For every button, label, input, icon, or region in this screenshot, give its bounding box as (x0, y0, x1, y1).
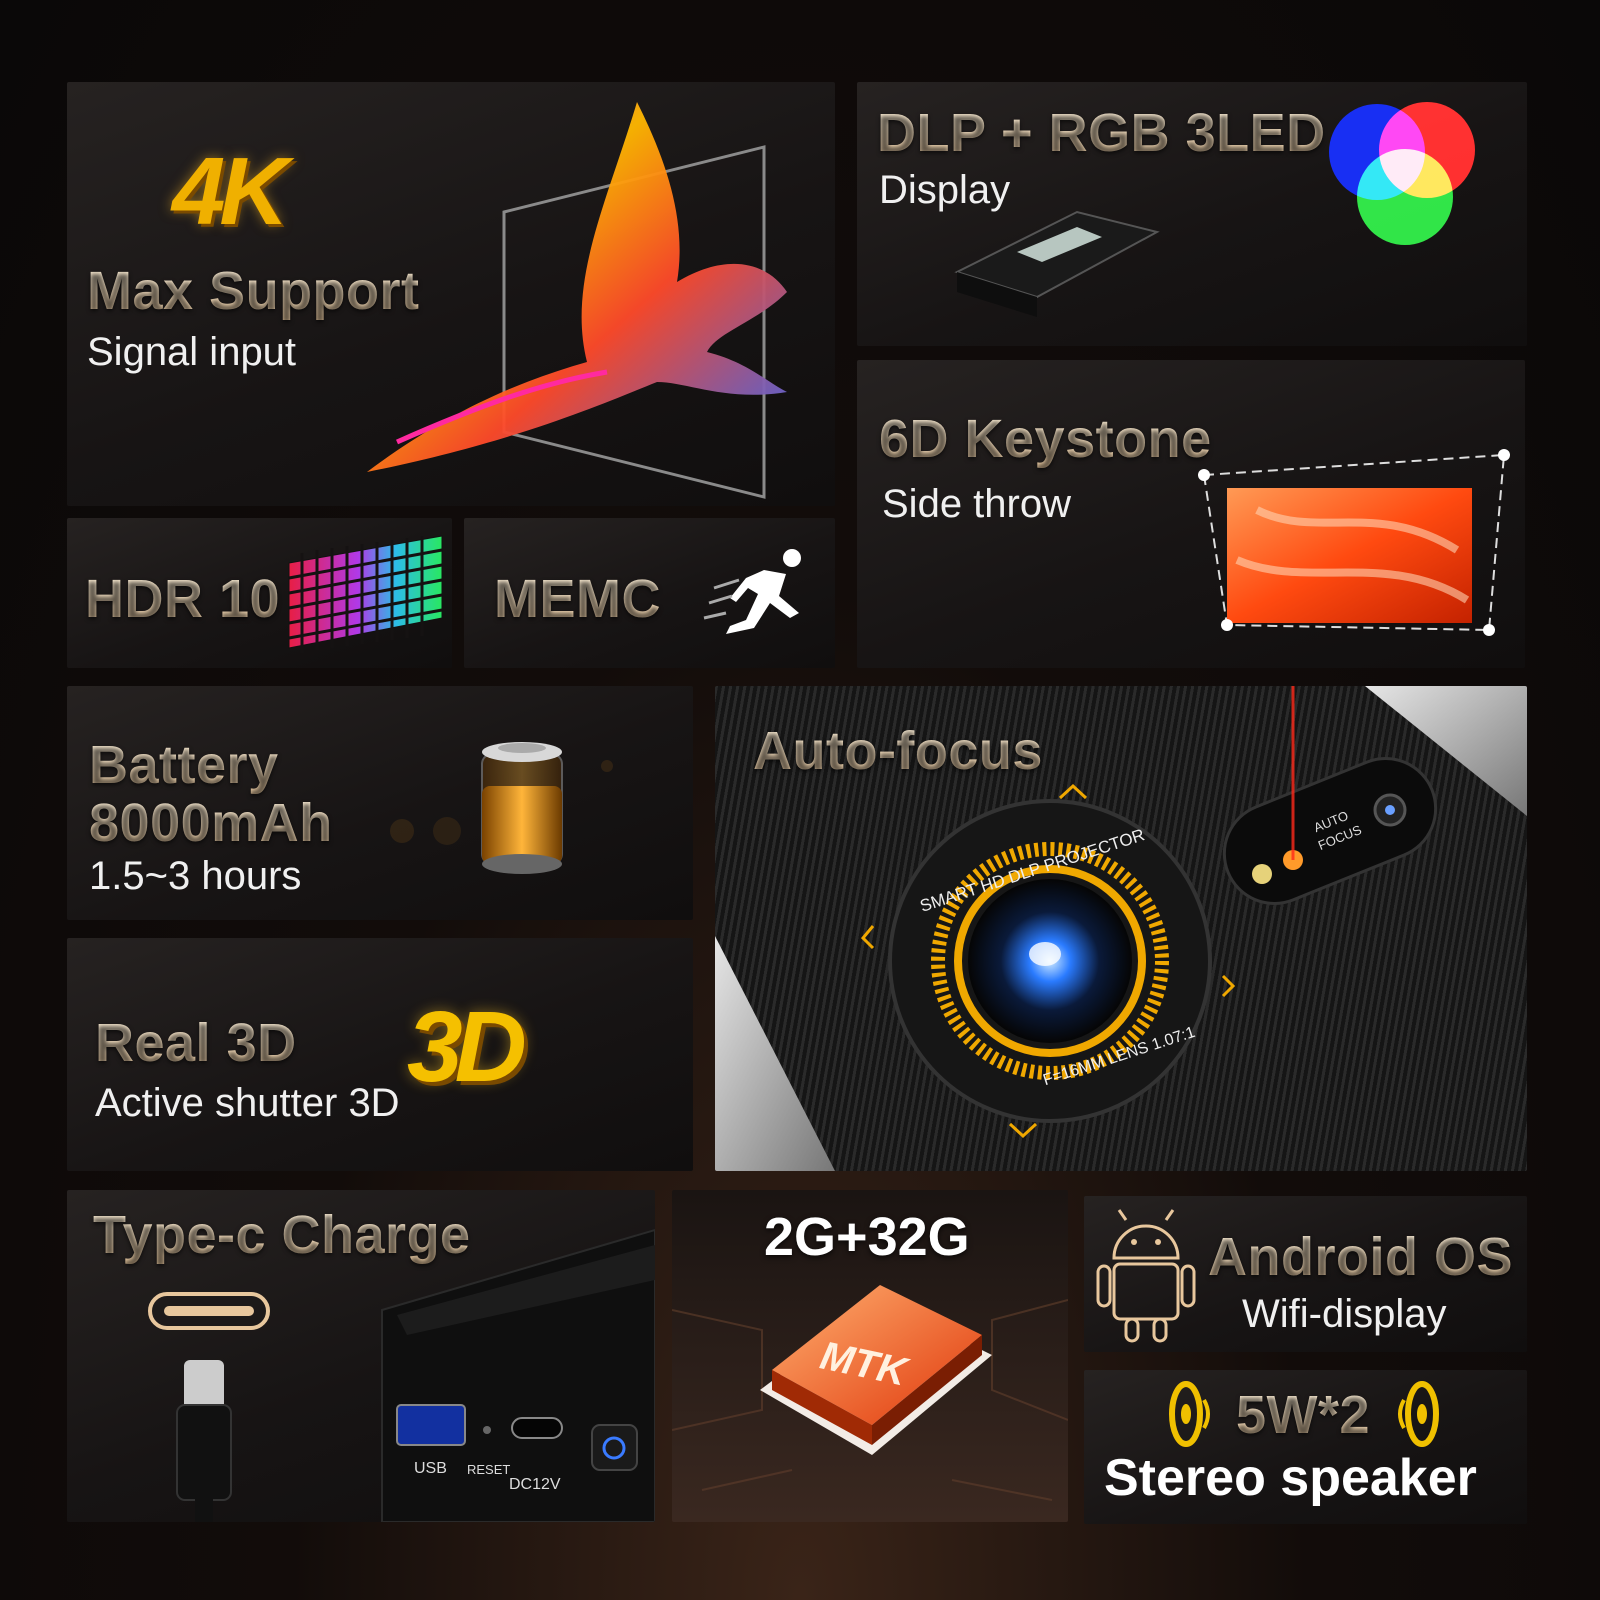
real3d-title: Real 3D (95, 1013, 297, 1073)
tile-autofocus: Auto-focus SMART HD DLP PROJECTOR F=16MM… (715, 686, 1527, 1171)
reset-port-label: RESET (467, 1462, 511, 1477)
tile-hdr: HDR 10 (67, 518, 452, 668)
3d-badge: 3D (407, 991, 527, 1103)
usb-port-label: USB (414, 1460, 447, 1477)
projector-ports-illustration (381, 1228, 655, 1522)
keystone-screen-illustration (1198, 449, 1510, 636)
parrot-screen-illustration (367, 102, 787, 499)
battery-icon (390, 742, 613, 874)
tile-max-support: 4K Max Support Signal input (67, 82, 835, 506)
autofocus-title: Auto-focus (753, 721, 1043, 781)
tile-memc: MEMC (464, 518, 835, 668)
tile-speaker: 5W*2 Stereo speaker (1084, 1370, 1527, 1524)
tile-battery: Battery 8000mAh 1.5~3 hours (67, 686, 693, 920)
hdr-equalizer-icon (288, 535, 443, 653)
speaker-title: 5W*2 (1236, 1385, 1371, 1445)
tile-android: Android OS Wifi-display (1084, 1196, 1527, 1352)
tile-memory: 2G+32G MTK (672, 1190, 1068, 1522)
tile-keystone: 6D Keystone Side throw (857, 360, 1525, 668)
speaker-subtitle: Stereo speaker (1104, 1449, 1477, 1507)
android-title: Android OS (1208, 1227, 1513, 1287)
rgb-circles-icon (1329, 102, 1475, 245)
android-subtitle: Wifi-display (1242, 1292, 1447, 1336)
tile-typec: Type-c Charge USB RESET DC12V (67, 1190, 655, 1522)
tile-dlp: DLP + RGB 3LED Display (857, 82, 1527, 346)
memory-title: 2G+32G (764, 1207, 970, 1267)
runner-icon (703, 549, 801, 634)
real3d-subtitle: Active shutter 3D (95, 1081, 400, 1125)
tile-real3d: Real 3D Active shutter 3D 3D (67, 938, 693, 1171)
dc-port-label: DC12V (509, 1476, 561, 1493)
